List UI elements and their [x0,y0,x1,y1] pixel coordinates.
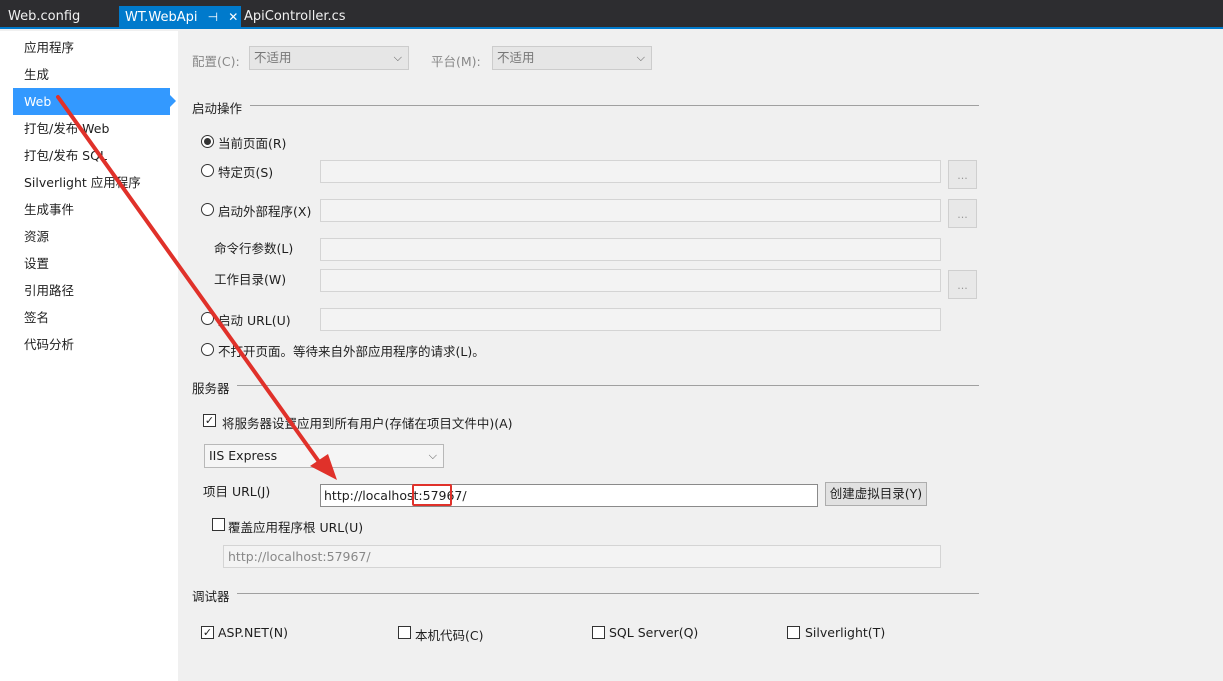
annotation-arrow [56,95,337,480]
